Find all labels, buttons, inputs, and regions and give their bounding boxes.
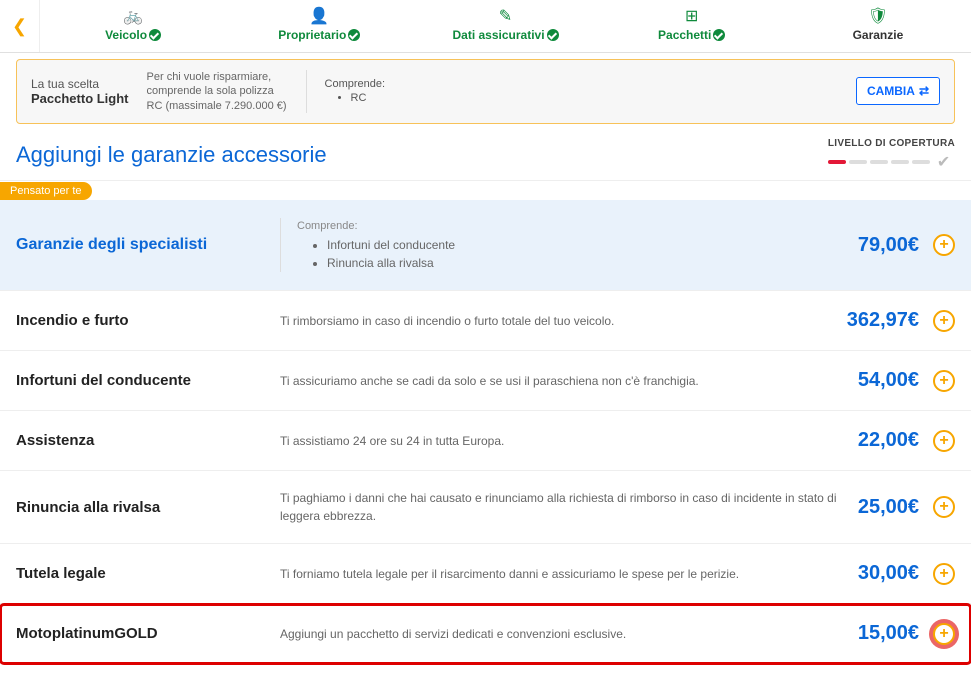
includes-item: Rinuncia alla rivalsa [327,254,844,272]
featured-wrapper: Pensato per te Garanzie degli specialist… [0,181,971,292]
change-package-button[interactable]: CAMBIA ⇄ [856,77,940,105]
step-veicolo[interactable]: 🚲 Veicolo [40,0,226,52]
coverage-label: LIVELLO DI COPERTURA [828,138,955,149]
coverage-level: LIVELLO DI COPERTURA ✔ [828,138,955,172]
garanzia-row: Tutela legale Ti forniamo tutela legale … [0,544,971,604]
garanzia-desc: Comprende: Infortuni del conducente Rinu… [280,218,844,273]
wizard-steps: ❮ 🚲 Veicolo 👤 Proprietario ✎ Dati assicu… [0,0,971,53]
garanzia-row: Incendio e furto Ti rimborsiamo in caso … [0,291,971,351]
garanzia-name[interactable]: MotoplatinumGOLD [16,625,266,642]
step-label: Veicolo [105,28,147,42]
add-garanzia-button[interactable]: + [933,563,955,585]
swap-icon: ⇄ [919,84,929,98]
garanzia-desc: Ti forniamo tutela legale per il risarci… [280,565,844,583]
step-label: Pacchetti [658,28,711,42]
includes-item: Infortuni del conducente [327,236,844,254]
step-pacchetti[interactable]: ⊞ Pacchetti [599,0,785,52]
selected-package-box: La tua scelta Pacchetto Light Per chi vu… [16,59,955,124]
garanzia-name[interactable]: Tutela legale [16,565,266,582]
package-icon: ⊞ [599,6,785,26]
garanzia-row: Infortuni del conducente Ti assicuriamo … [0,351,971,411]
bike-icon: 🚲 [40,6,226,26]
garanzia-name[interactable]: Incendio e furto [16,312,266,329]
choice-label: La tua scelta [31,77,129,91]
garanzia-price: 22,00€ [858,429,919,452]
section-header: Aggiungi le garanzie accessorie LIVELLO … [0,124,971,181]
check-icon [713,29,725,41]
garanzia-price: 54,00€ [858,369,919,392]
check-icon [348,29,360,41]
step-label: Garanzie [853,28,904,42]
garanzia-row: Garanzie degli specialisti Comprende: In… [0,200,971,292]
add-garanzia-button[interactable]: + [933,430,955,452]
user-icon: 👤 [226,6,412,26]
change-label: CAMBIA [867,84,915,98]
garanzia-desc: Ti assicuriamo anche se cadi da solo e s… [280,372,844,390]
add-garanzia-button[interactable]: + [933,370,955,392]
step-label: Dati assicurativi [452,28,544,42]
garanzia-name[interactable]: Garanzie degli specialisti [16,236,266,254]
includes-label: Comprende: [325,78,386,90]
step-dati[interactable]: ✎ Dati assicurativi [412,0,598,52]
add-garanzia-button[interactable]: + [933,496,955,518]
add-garanzia-button[interactable]: + [933,310,955,332]
garanzia-name[interactable]: Infortuni del conducente [16,372,266,389]
garanzia-price: 15,00€ [858,622,919,645]
garanzia-name[interactable]: Rinuncia alla rivalsa [16,499,266,516]
choice-name: Pacchetto Light [31,91,129,106]
garanzia-desc: Ti paghiamo i danni che hai causato e ri… [280,489,844,525]
garanzia-price: 25,00€ [858,496,919,519]
step-garanzie[interactable]: 🛡 Garanzie [785,0,971,52]
pen-icon: ✎ [412,6,598,26]
choice-includes: Comprende: RC [325,78,838,104]
includes-label: Comprende: [297,218,844,235]
step-label: Proprietario [278,28,346,42]
check-icon [547,29,559,41]
garanzia-price: 79,00€ [858,234,919,257]
garanzia-desc: Ti rimborsiamo in caso di incendio o fur… [280,312,833,330]
featured-badge: Pensato per te [0,182,92,200]
step-proprietario[interactable]: 👤 Proprietario [226,0,412,52]
shield-icon: 🛡 [785,6,971,26]
choice-description: Per chi vuole risparmiare, comprende la … [147,70,307,113]
shield-check-icon: ✔ [937,152,950,172]
includes-item: RC [351,92,838,104]
garanzia-row: Assistenza Ti assistiamo 24 ore su 24 in… [0,411,971,471]
check-icon [149,29,161,41]
garanzia-name[interactable]: Assistenza [16,432,266,449]
garanzia-price: 362,97€ [847,309,919,332]
add-garanzia-button[interactable]: + [933,234,955,256]
garanzia-row-highlighted: MotoplatinumGOLD Aggiungi un pacchetto d… [0,604,971,664]
add-garanzia-button[interactable]: + [933,623,955,645]
garanzia-row: Rinuncia alla rivalsa Ti paghiamo i dann… [0,471,971,544]
garanzia-desc: Ti assistiamo 24 ore su 24 in tutta Euro… [280,432,844,450]
garanzia-desc: Aggiungi un pacchetto di servizi dedicat… [280,625,844,643]
wizard-back-button[interactable]: ❮ [0,0,40,52]
garanzia-price: 30,00€ [858,562,919,585]
coverage-bars: ✔ [828,152,955,172]
section-title: Aggiungi le garanzie accessorie [16,142,828,168]
